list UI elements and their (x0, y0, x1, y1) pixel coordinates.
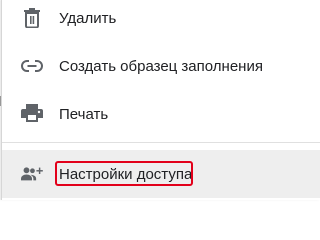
menu-item-label: Печать (59, 105, 109, 123)
menu-item-create-template[interactable]: Создать образец заполнения (2, 42, 320, 90)
link-icon (21, 55, 43, 77)
menu-item-label: Создать образец заполнения (59, 57, 263, 75)
add-people-icon (21, 163, 43, 185)
menu-divider (2, 142, 320, 143)
printer-icon (21, 103, 43, 125)
menu-item-print[interactable]: Печать (2, 90, 320, 138)
menu-item-label: Удалить (59, 9, 117, 27)
menu-item-delete[interactable]: Удалить (2, 0, 320, 42)
screen: Удалить Создать образец заполнения Печат… (0, 0, 320, 200)
context-menu: Удалить Создать образец заполнения Печат… (1, 0, 320, 200)
menu-item-access-settings[interactable]: Настройки доступа (2, 150, 320, 198)
menu-item-label: Настройки доступа (59, 165, 193, 183)
trash-icon (21, 7, 43, 29)
